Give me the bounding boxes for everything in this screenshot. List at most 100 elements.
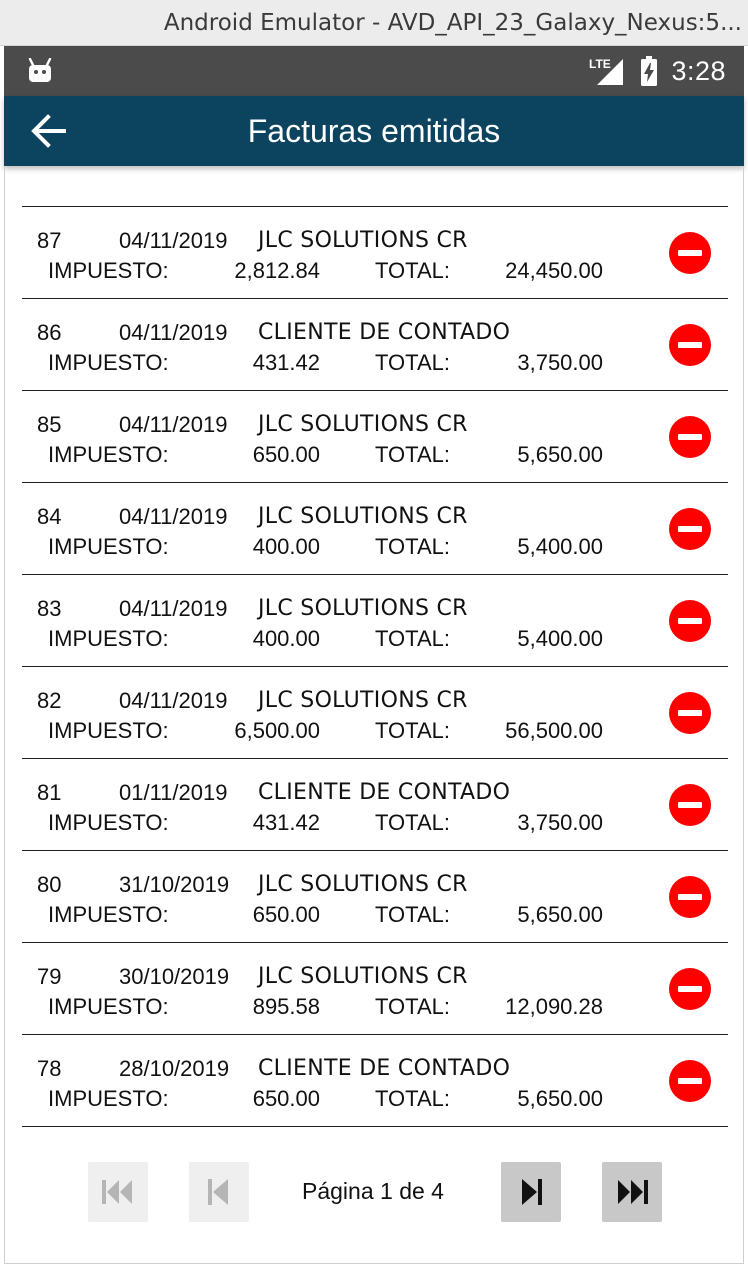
total-label: TOTAL: — [375, 442, 450, 467]
invoice-number: 82 — [37, 688, 62, 713]
delete-invoice-icon[interactable] — [669, 876, 711, 918]
invoice-tax: 2,812.84 — [234, 258, 320, 283]
invoice-date: 04/11/2019 — [119, 320, 228, 345]
invoice-row[interactable]: 85 04/11/2019 JLC SOLUTIONS CR IMPUESTO:… — [22, 391, 728, 483]
delete-invoice-icon[interactable] — [669, 1060, 711, 1102]
previous-page-button[interactable] — [189, 1162, 249, 1222]
invoice-total: 5,400.00 — [517, 534, 603, 559]
invoice-date: 04/11/2019 — [119, 228, 228, 253]
tax-label: IMPUESTO: — [48, 258, 169, 283]
invoice-number: 86 — [37, 320, 62, 345]
invoice-number: 80 — [37, 872, 62, 897]
invoice-date: 04/11/2019 — [119, 596, 228, 621]
android-icon — [28, 58, 52, 82]
invoice-number: 83 — [37, 596, 62, 621]
pagination-bar: Página 1 de 4 — [4, 1162, 744, 1224]
tax-label: IMPUESTO: — [48, 718, 169, 743]
total-label: TOTAL: — [375, 350, 450, 375]
status-time: 3:28 — [671, 55, 726, 86]
invoice-tax: 650.00 — [252, 902, 320, 927]
invoice-tax: 895.58 — [252, 994, 320, 1019]
invoice-number: 87 — [37, 228, 62, 253]
invoice-date: 28/10/2019 — [119, 1056, 230, 1081]
last-page-button[interactable] — [602, 1162, 662, 1222]
invoice-tax: 400.00 — [252, 534, 320, 559]
delete-invoice-icon[interactable] — [669, 692, 711, 734]
invoice-tax: 6,500.00 — [234, 718, 320, 743]
invoice-total: 5,650.00 — [517, 902, 603, 927]
tax-label: IMPUESTO: — [48, 442, 169, 467]
total-label: TOTAL: — [375, 1086, 450, 1111]
first-page-button[interactable] — [88, 1162, 148, 1222]
invoice-row[interactable]: 80 31/10/2019 JLC SOLUTIONS CR IMPUESTO:… — [22, 851, 728, 943]
page-indicator: Página 1 de 4 — [302, 1178, 444, 1204]
invoice-number: 79 — [37, 964, 62, 989]
invoice-date: 04/11/2019 — [119, 504, 228, 529]
invoice-date: 01/11/2019 — [119, 780, 228, 805]
invoice-number: 78 — [37, 1056, 62, 1081]
invoice-total: 24,450.00 — [505, 258, 603, 283]
invoice-date: 31/10/2019 — [119, 872, 230, 897]
invoice-client: JLC SOLUTIONS CR — [258, 688, 468, 713]
skip-next-icon — [522, 1179, 542, 1205]
delete-invoice-icon[interactable] — [669, 416, 711, 458]
invoice-tax: 400.00 — [252, 626, 320, 651]
total-label: TOTAL: — [375, 626, 450, 651]
invoice-total: 12,090.28 — [505, 994, 603, 1019]
invoice-row[interactable]: 82 04/11/2019 JLC SOLUTIONS CR IMPUESTO:… — [22, 667, 728, 759]
tax-label: IMPUESTO: — [48, 810, 169, 835]
invoice-row[interactable]: 81 01/11/2019 CLIENTE DE CONTADO IMPUEST… — [22, 759, 728, 851]
invoice-number: 85 — [37, 412, 62, 437]
total-label: TOTAL: — [375, 810, 450, 835]
tax-label: IMPUESTO: — [48, 994, 169, 1019]
invoice-number: 84 — [37, 504, 62, 529]
invoice-row[interactable]: 84 04/11/2019 JLC SOLUTIONS CR IMPUESTO:… — [22, 483, 728, 575]
total-label: TOTAL: — [375, 994, 450, 1019]
invoice-number: 81 — [37, 780, 62, 805]
arrow-left-icon — [31, 114, 66, 148]
invoice-client: JLC SOLUTIONS CR — [258, 228, 468, 253]
next-page-button[interactable] — [501, 1162, 561, 1222]
invoice-total: 5,650.00 — [517, 442, 603, 467]
total-label: TOTAL: — [375, 718, 450, 743]
tax-label: IMPUESTO: — [48, 902, 169, 927]
delete-invoice-icon[interactable] — [669, 508, 711, 550]
invoice-total: 5,650.00 — [517, 1086, 603, 1111]
invoice-client: JLC SOLUTIONS CR — [258, 596, 468, 621]
invoice-row[interactable]: 79 30/10/2019 JLC SOLUTIONS CR IMPUESTO:… — [22, 943, 728, 1035]
delete-invoice-icon[interactable] — [669, 600, 711, 642]
invoice-client: JLC SOLUTIONS CR — [258, 504, 468, 529]
emulator-window-titlebar: Android Emulator - AVD_API_23_Galaxy_Nex… — [0, 0, 748, 46]
invoice-row[interactable]: 87 04/11/2019 JLC SOLUTIONS CR IMPUESTO:… — [22, 207, 728, 299]
tax-label: IMPUESTO: — [48, 534, 169, 559]
invoice-tax: 431.42 — [252, 350, 320, 375]
invoice-date: 30/10/2019 — [119, 964, 230, 989]
status-bar: LTE 3:28 — [4, 46, 744, 96]
tax-label: IMPUESTO: — [48, 350, 169, 375]
delete-invoice-icon[interactable] — [669, 324, 711, 366]
invoice-row[interactable]: 78 28/10/2019 CLIENTE DE CONTADO IMPUEST… — [22, 1035, 728, 1127]
delete-invoice-icon[interactable] — [669, 968, 711, 1010]
invoice-total: 56,500.00 — [505, 718, 603, 743]
invoice-tax: 650.00 — [252, 442, 320, 467]
invoice-row[interactable]: 83 04/11/2019 JLC SOLUTIONS CR IMPUESTO:… — [22, 575, 728, 667]
invoice-total: 3,750.00 — [517, 350, 603, 375]
invoice-date: 04/11/2019 — [119, 688, 228, 713]
invoice-tax: 650.00 — [252, 1086, 320, 1111]
invoice-client: CLIENTE DE CONTADO — [258, 1056, 511, 1081]
total-label: TOTAL: — [375, 902, 450, 927]
delete-invoice-icon[interactable] — [669, 784, 711, 826]
window-title: Android Emulator - AVD_API_23_Galaxy_Nex… — [163, 9, 742, 36]
tax-label: IMPUESTO: — [48, 1086, 169, 1111]
lte-signal-icon: LTE — [589, 57, 624, 85]
invoice-row[interactable]: 86 04/11/2019 CLIENTE DE CONTADO IMPUEST… — [22, 299, 728, 391]
total-label: TOTAL: — [375, 258, 450, 283]
battery-charging-icon — [641, 56, 658, 86]
delete-invoice-icon[interactable] — [669, 232, 711, 274]
invoice-client: JLC SOLUTIONS CR — [258, 964, 468, 989]
page-title: Facturas emitidas — [247, 112, 501, 149]
back-button[interactable] — [4, 96, 94, 166]
invoice-client: JLC SOLUTIONS CR — [258, 412, 468, 437]
invoice-total: 5,400.00 — [517, 626, 603, 651]
skip-first-icon — [102, 1180, 132, 1204]
